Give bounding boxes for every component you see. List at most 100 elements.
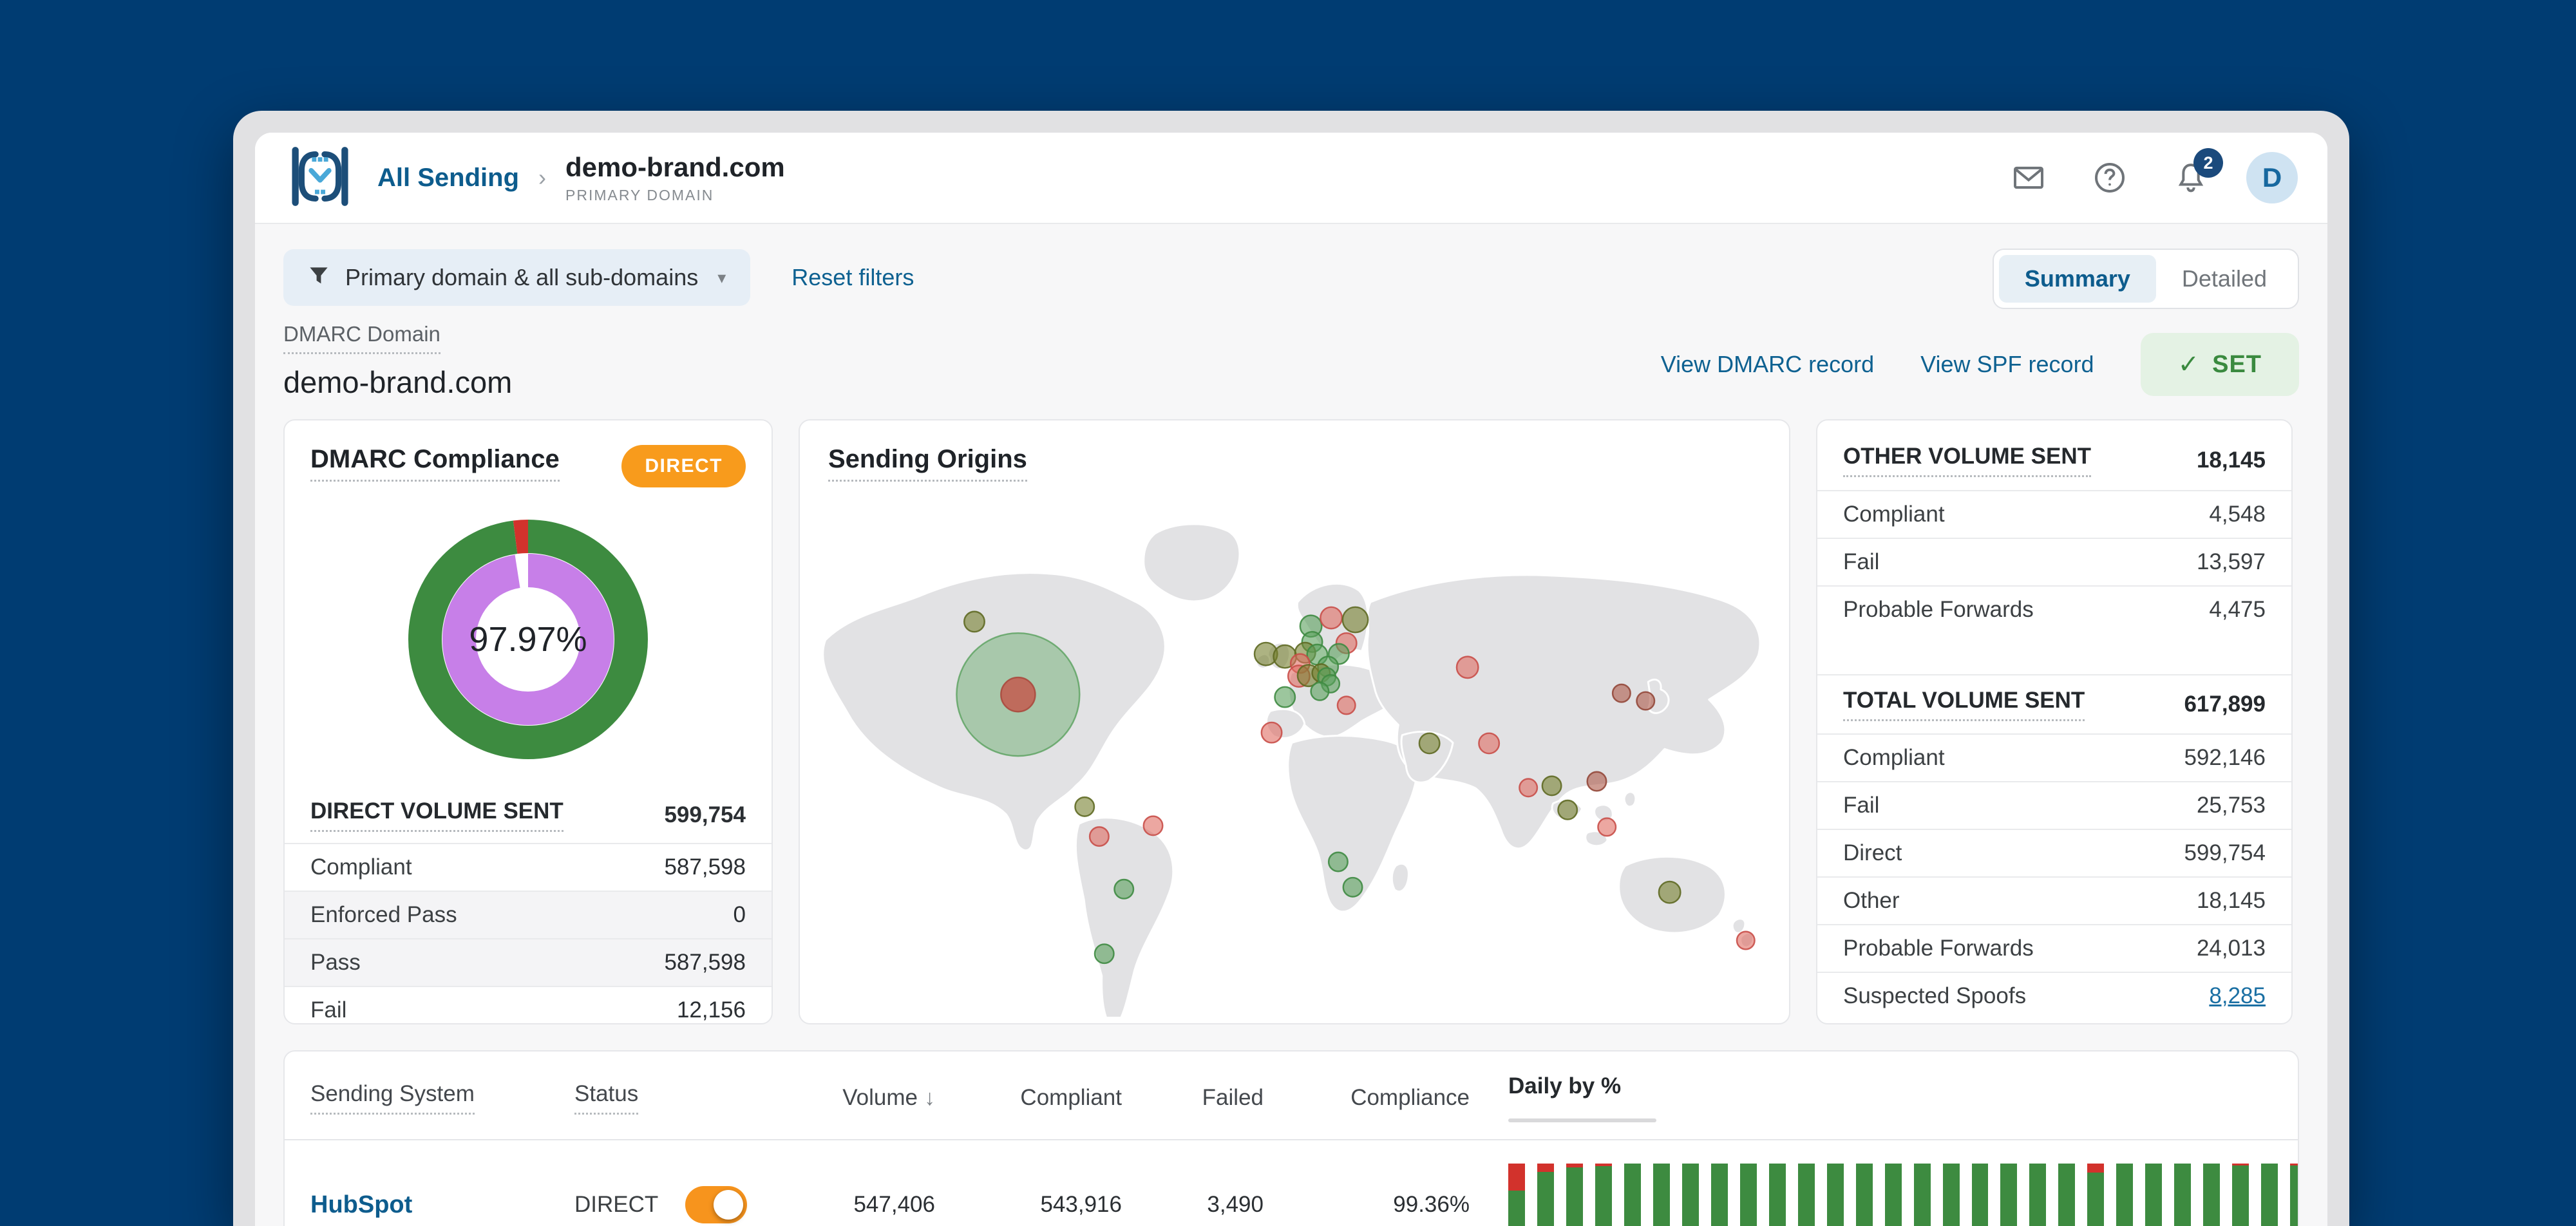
daily-bar-chart[interactable] <box>1470 1140 2298 1226</box>
origin-marker[interactable] <box>1541 775 1562 797</box>
set-button[interactable]: ✓ SET <box>2140 333 2299 396</box>
origin-marker[interactable] <box>1336 695 1356 715</box>
origin-marker[interactable] <box>1455 655 1479 679</box>
volume-panel: OTHER VOLUME SENT 18,145 Compliant 4,548 Fai… <box>1817 420 2291 1019</box>
table-row: Probable Forwards 4,475 <box>1817 585 2291 633</box>
daily-bar <box>2232 1164 2249 1226</box>
row-label: Compliant <box>1843 745 1945 770</box>
origin-marker[interactable] <box>1342 876 1363 898</box>
table-row: Other 18,145 <box>1817 876 2291 924</box>
daily-bar <box>2029 1164 2047 1226</box>
daily-bar <box>2145 1164 2163 1226</box>
origin-marker[interactable] <box>1310 681 1330 701</box>
daily-bar <box>2203 1164 2221 1226</box>
origin-marker-core[interactable] <box>1000 676 1036 713</box>
origin-marker[interactable] <box>1519 778 1539 798</box>
view-dmarc-record-link[interactable]: View DMARC record <box>1661 351 1874 378</box>
mail-icon[interactable] <box>2011 160 2047 196</box>
origin-marker[interactable] <box>1736 930 1756 950</box>
daily-bar-pass <box>1595 1166 1612 1226</box>
origin-marker[interactable] <box>1260 721 1283 744</box>
reset-filters-link[interactable]: Reset filters <box>791 264 914 291</box>
origin-marker[interactable] <box>1113 878 1135 900</box>
daily-bar <box>1739 1164 1757 1226</box>
daily-bar-pass <box>1710 1164 1728 1226</box>
daily-bar-pass <box>2203 1164 2221 1226</box>
origin-marker[interactable] <box>963 610 985 633</box>
compliance-donut-chart: 97.97% <box>399 511 657 768</box>
origin-marker[interactable] <box>1142 815 1164 836</box>
bell-icon[interactable]: 2 <box>2173 148 2223 196</box>
direct-toggle[interactable] <box>685 1186 748 1223</box>
origin-marker[interactable] <box>1658 880 1681 904</box>
col-volume[interactable]: Volume ↓ <box>787 1085 935 1111</box>
sending-system-link[interactable]: HubSpot <box>310 1191 412 1219</box>
origin-marker[interactable] <box>1586 771 1607 792</box>
daily-bar <box>1826 1164 1844 1226</box>
daily-bar-pass <box>2174 1164 2192 1226</box>
table-row: Enforced Pass 0 <box>285 891 772 938</box>
daily-bar-pass <box>2145 1164 2163 1226</box>
daily-bar-pass <box>2116 1164 2134 1226</box>
row-value: 25,753 <box>2196 793 2266 818</box>
origin-marker[interactable] <box>1636 691 1656 711</box>
volume-value: 547,406 <box>853 1192 935 1217</box>
daily-bar-fail <box>1537 1164 1554 1172</box>
daily-bar <box>2058 1164 2076 1226</box>
daily-bar <box>1537 1164 1554 1226</box>
table-row: Compliant 4,548 <box>1817 490 2291 538</box>
row-value: 587,598 <box>664 854 746 880</box>
world-map[interactable] <box>813 504 1776 1023</box>
daily-bar-pass <box>2290 1165 2298 1226</box>
col-status[interactable]: Status <box>574 1081 639 1115</box>
volume-section-header: TOTAL VOLUME SENT 617,899 <box>1817 674 2291 733</box>
section-label: OTHER VOLUME SENT <box>1843 444 2092 477</box>
origin-marker[interactable] <box>1088 826 1110 847</box>
daily-bar-pass <box>2000 1164 2018 1226</box>
daily-bar-pass <box>1913 1164 1931 1226</box>
map-madagascar <box>1390 862 1410 892</box>
section-label: TOTAL VOLUME SENT <box>1843 688 2085 721</box>
compliance-value: 99.36% <box>1393 1192 1470 1217</box>
section-value: 617,899 <box>2184 692 2266 717</box>
daily-scroll-indicator[interactable] <box>1508 1118 1656 1122</box>
col-compliant[interactable]: Compliant <box>935 1085 1122 1111</box>
sending-systems-card: Sending System Status Volume ↓ Compliant … <box>283 1050 2299 1226</box>
view-spf-record-link[interactable]: View SPF record <box>1920 351 2094 378</box>
domain-scope-label: Primary domain & all sub-domains <box>345 264 699 290</box>
daily-bar <box>1710 1164 1728 1226</box>
topbar: All Sending › demo-brand.com PRIMARY DOM… <box>255 133 2327 224</box>
map-south-america <box>1074 816 1175 1023</box>
origin-marker[interactable] <box>1274 686 1296 708</box>
origin-marker[interactable] <box>1327 851 1349 872</box>
daily-bar-pass <box>1855 1164 1873 1226</box>
origin-marker[interactable] <box>1611 683 1631 703</box>
daily-bar-pass <box>1566 1167 1583 1226</box>
tab-detailed[interactable]: Detailed <box>2156 255 2293 303</box>
origin-marker[interactable] <box>1320 606 1343 630</box>
breadcrumb-all-sending[interactable]: All Sending <box>377 164 519 193</box>
col-compliance[interactable]: Compliance <box>1264 1085 1470 1111</box>
daily-bar-pass <box>1971 1164 1989 1226</box>
daily-bar-pass <box>1942 1164 1960 1226</box>
origin-marker[interactable] <box>1094 943 1115 965</box>
origin-marker[interactable] <box>1418 732 1441 755</box>
table-row: Suspected Spoofs 8,285 <box>1817 972 2291 1019</box>
origin-marker[interactable] <box>1478 732 1501 755</box>
app-frame: All Sending › demo-brand.com PRIMARY DOM… <box>255 133 2327 1226</box>
help-icon[interactable] <box>2092 160 2128 196</box>
domain-scope-dropdown[interactable]: Primary domain & all sub-domains ▾ <box>283 249 751 306</box>
tab-summary[interactable]: Summary <box>1998 255 2156 303</box>
view-toggle: Summary Detailed <box>1992 249 2299 309</box>
daily-bar <box>1942 1164 1960 1226</box>
suspected-spoofs-link[interactable]: 8,285 <box>2209 983 2266 1009</box>
origin-marker[interactable] <box>1074 796 1095 817</box>
avatar[interactable]: D <box>2246 152 2298 203</box>
col-sending-system[interactable]: Sending System <box>310 1081 475 1115</box>
origin-marker[interactable] <box>1557 799 1578 820</box>
row-label: Compliant <box>310 854 412 880</box>
daily-bar-pass <box>2261 1164 2278 1226</box>
origin-marker[interactable] <box>1597 817 1617 837</box>
origin-marker[interactable] <box>1341 606 1369 634</box>
col-failed[interactable]: Failed <box>1122 1085 1264 1111</box>
